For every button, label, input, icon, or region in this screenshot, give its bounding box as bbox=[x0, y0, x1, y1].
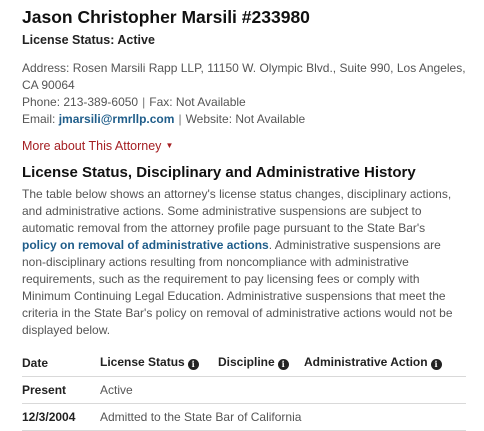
header-license-status-label: License Status bbox=[100, 355, 185, 369]
header-administrative-action: Administrative Action i bbox=[304, 349, 466, 377]
more-about-label: More about This Attorney bbox=[22, 139, 162, 153]
license-status: License Status: Active bbox=[22, 33, 155, 47]
header-discipline-label: Discipline bbox=[218, 355, 275, 369]
email-website-line: Email: jmarsili@rmrllp.com | Website: Not … bbox=[22, 111, 466, 128]
header-administrative-action-label: Administrative Action bbox=[304, 355, 428, 369]
more-about-attorney-toggle[interactable]: More about This Attorney ▼ bbox=[22, 138, 466, 154]
separator: | bbox=[178, 112, 182, 126]
website: Website: Not Available bbox=[185, 112, 306, 126]
header-discipline: Discipline i bbox=[218, 349, 304, 377]
history-description-part2: . Administrative suspensions are non-dis… bbox=[22, 238, 453, 337]
attorney-profile: Jason Christopher Marsili #233980 Licens… bbox=[0, 0, 484, 431]
row-date: Present bbox=[22, 376, 100, 404]
history-description: The table below shows an attorney's lice… bbox=[22, 186, 466, 339]
row-license-status: Admitted to the State Bar of California bbox=[100, 403, 466, 431]
caret-down-icon: ▼ bbox=[165, 141, 174, 150]
contact-info: Address: Rosen Marsili Rapp LLP, 11150 W… bbox=[22, 60, 466, 128]
table-row: Present Active bbox=[22, 376, 466, 404]
attorney-name: Jason Christopher Marsili #233980 bbox=[22, 7, 310, 27]
table-header-row: Date License Status i Discipline i Adminis… bbox=[22, 349, 466, 377]
address: Address: Rosen Marsili Rapp LLP, 11150 W… bbox=[22, 61, 466, 92]
phone: Phone: 213-389-6050 bbox=[22, 95, 139, 109]
history-description-part1: The table below shows an attorney's lice… bbox=[22, 187, 452, 235]
policy-link[interactable]: policy on removal of administrative acti… bbox=[22, 238, 269, 252]
row-date: 12/3/2004 bbox=[22, 403, 100, 431]
header-license-status: License Status i bbox=[100, 349, 218, 377]
info-icon[interactable]: i bbox=[430, 359, 442, 370]
info-icon[interactable]: i bbox=[277, 359, 289, 370]
row-license-status: Active bbox=[100, 376, 466, 404]
phone-fax-line: Phone: 213-389-6050 | Fax: Not Available bbox=[22, 94, 466, 111]
email-link[interactable]: jmarsili@rmrllp.com bbox=[59, 112, 175, 126]
header-date-label: Date bbox=[22, 355, 49, 370]
header-date: Date bbox=[22, 349, 100, 377]
table-row: 12/3/2004 Admitted to the State Bar of C… bbox=[22, 403, 466, 431]
fax: Fax: Not Available bbox=[149, 95, 246, 109]
separator: | bbox=[142, 95, 146, 109]
history-table: Date License Status i Discipline i Adminis… bbox=[22, 349, 466, 431]
info-icon[interactable]: i bbox=[187, 359, 199, 370]
history-title: License Status, Disciplinary and Adminis… bbox=[22, 164, 416, 181]
email-label: Email: bbox=[22, 112, 56, 126]
